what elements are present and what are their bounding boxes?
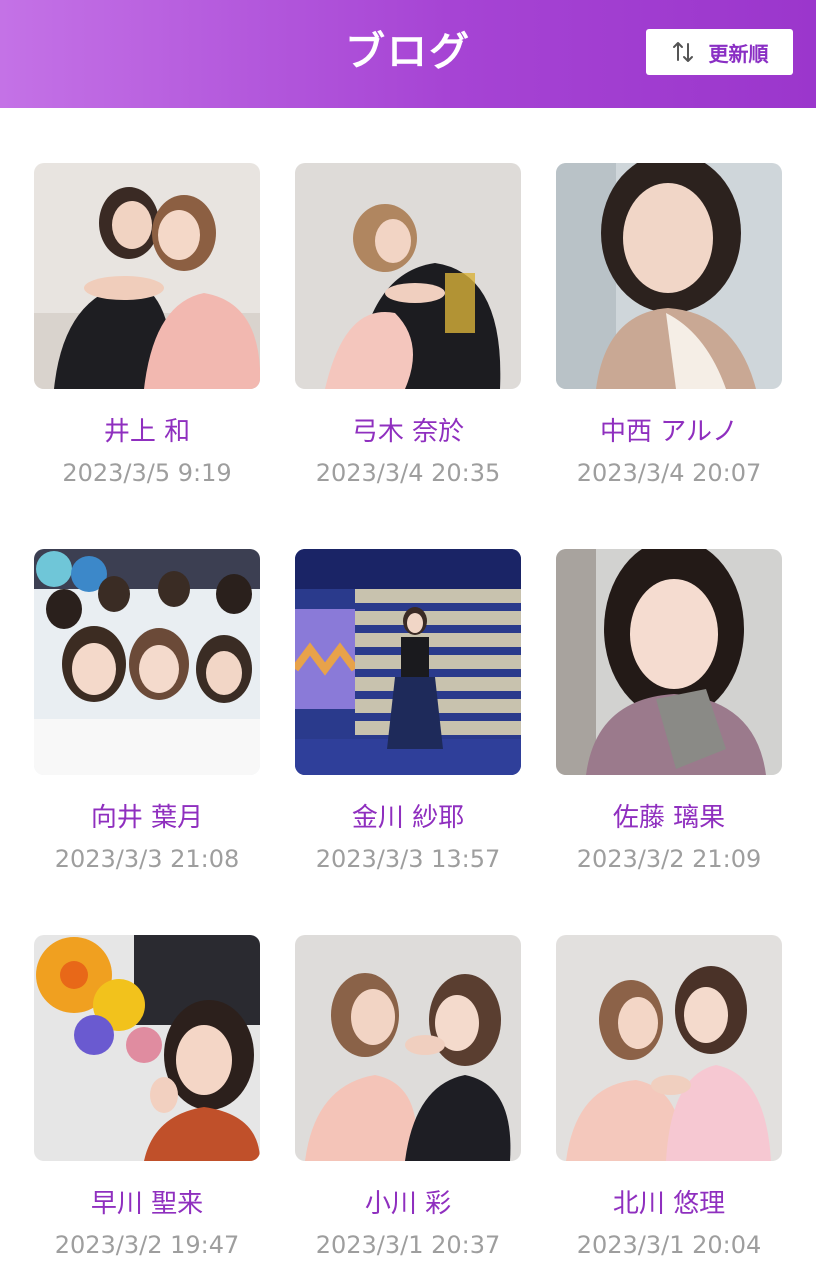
post-date: 2023/3/3 21:08 — [54, 845, 240, 873]
author-name: 向井 葉月 — [90, 803, 204, 833]
blog-card[interactable]: 金川 紗耶 2023/3/3 13:57 — [295, 549, 521, 875]
blog-card[interactable]: 北川 悠理 2023/3/1 20:04 — [556, 935, 782, 1261]
post-date: 2023/3/2 19:47 — [54, 1231, 240, 1259]
author-name: 井上 和 — [103, 417, 191, 447]
blog-card[interactable]: 向井 葉月 2023/3/3 21:08 — [34, 549, 260, 875]
blog-thumbnail — [34, 935, 260, 1161]
blog-card[interactable]: 中西 アルノ 2023/3/4 20:07 — [556, 163, 782, 489]
blog-thumbnail — [556, 163, 782, 389]
blog-card[interactable]: 佐藤 璃果 2023/3/2 21:09 — [556, 549, 782, 875]
blog-card[interactable]: 弓木 奈於 2023/3/4 20:35 — [295, 163, 521, 489]
post-date: 2023/3/1 20:37 — [315, 1231, 501, 1259]
blog-thumbnail — [34, 163, 260, 389]
author-name: 中西 アルノ — [599, 417, 738, 447]
post-date: 2023/3/5 9:19 — [62, 459, 232, 487]
blog-thumbnail — [295, 935, 521, 1161]
post-date: 2023/3/3 13:57 — [315, 845, 501, 873]
blog-grid: 井上 和 2023/3/5 9:19 弓木 奈於 2023/3/4 20:35 — [0, 108, 816, 1280]
sort-order-label: 更新順 — [708, 41, 769, 66]
blog-thumbnail — [295, 549, 521, 775]
post-date: 2023/3/1 20:04 — [576, 1231, 762, 1259]
author-name: 北川 悠理 — [612, 1189, 726, 1219]
author-name: 早川 聖来 — [90, 1189, 204, 1219]
author-name: 弓木 奈於 — [351, 417, 465, 447]
post-date: 2023/3/2 21:09 — [576, 845, 762, 873]
author-name: 金川 紗耶 — [351, 803, 465, 833]
sort-order-button[interactable]: 更新順 — [646, 29, 793, 75]
post-date: 2023/3/4 20:07 — [576, 459, 762, 487]
blog-thumbnail — [295, 163, 521, 389]
blog-card[interactable]: 早川 聖来 2023/3/2 19:47 — [34, 935, 260, 1261]
blog-thumbnail — [556, 549, 782, 775]
app-header: ブログ 更新順 — [0, 0, 816, 108]
blog-card[interactable]: 小川 彩 2023/3/1 20:37 — [295, 935, 521, 1261]
author-name: 小川 彩 — [364, 1189, 452, 1219]
blog-thumbnail — [34, 549, 260, 775]
author-name: 佐藤 璃果 — [612, 803, 726, 833]
sort-arrows-icon — [671, 40, 695, 64]
blog-card[interactable]: 井上 和 2023/3/5 9:19 — [34, 163, 260, 489]
post-date: 2023/3/4 20:35 — [315, 459, 501, 487]
blog-thumbnail — [556, 935, 782, 1161]
